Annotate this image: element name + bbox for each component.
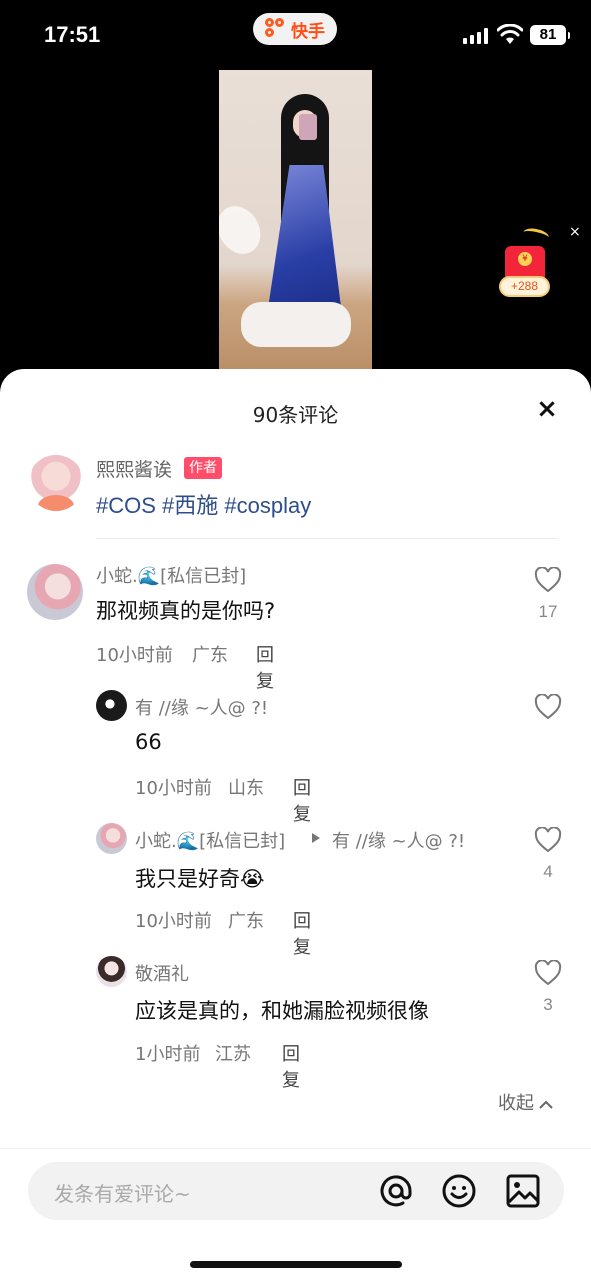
close-icon[interactable]: × bbox=[534, 396, 560, 423]
reply-to-username[interactable]: 有 //缘 ~人@ ?! bbox=[332, 827, 465, 853]
video-player[interactable] bbox=[219, 70, 372, 370]
comment-time: 1小时前 bbox=[135, 1044, 201, 1065]
author-badge: 作者 bbox=[184, 457, 222, 479]
reply-arrow-icon bbox=[312, 833, 320, 843]
red-packet-amount[interactable]: +288 bbox=[499, 276, 550, 297]
like-count: 4 bbox=[543, 862, 553, 881]
avatar[interactable] bbox=[96, 956, 127, 987]
red-packet-close-icon[interactable]: × bbox=[569, 224, 581, 240]
comment-username[interactable]: 有 //缘 ~人@ ?! bbox=[135, 694, 268, 720]
collapse-replies-button[interactable]: 收起 bbox=[498, 1089, 554, 1115]
comment-location: 广东 bbox=[228, 911, 264, 932]
emoji-icon[interactable] bbox=[441, 1173, 477, 1209]
heart-icon[interactable] bbox=[534, 827, 562, 853]
comment-location: 广东 bbox=[192, 645, 228, 666]
comment-time: 10小时前 bbox=[96, 645, 173, 666]
heart-icon[interactable] bbox=[534, 694, 562, 720]
comment-username[interactable]: 小蛇.🌊[私信已封] bbox=[135, 827, 285, 853]
cellular-signal-icon bbox=[463, 28, 488, 44]
divider bbox=[0, 1148, 591, 1149]
home-indicator bbox=[190, 1261, 402, 1268]
avatar[interactable] bbox=[27, 564, 83, 620]
coin-icon: ¥ bbox=[518, 252, 532, 266]
reply-button[interactable]: 回复 bbox=[293, 907, 311, 959]
wifi-icon bbox=[497, 24, 523, 44]
image-icon[interactable] bbox=[505, 1173, 541, 1209]
comment-text: 那视频真的是你吗? bbox=[96, 599, 276, 623]
author-hashtags[interactable]: #COS #西施 #cosplay bbox=[96, 488, 311, 520]
app-name: 快手 bbox=[291, 21, 325, 42]
comments-count-title: 90条评论 bbox=[252, 403, 339, 427]
status-time: 17:51 bbox=[44, 22, 101, 47]
video-figure-phone bbox=[299, 114, 317, 140]
comment-text: 66 bbox=[135, 730, 162, 754]
comment-text: 我只是好奇😭 bbox=[135, 867, 265, 891]
comment-input-bar[interactable]: 发条有爱评论~ bbox=[28, 1162, 564, 1220]
comment-time: 10小时前 bbox=[135, 911, 212, 932]
comment-location: 江苏 bbox=[215, 1044, 251, 1065]
author-name[interactable]: 熙熙酱诶 bbox=[96, 455, 172, 482]
red-packet-progress-arc bbox=[522, 226, 550, 244]
comment-username[interactable]: 小蛇.🌊[私信已封] bbox=[96, 562, 246, 588]
author-avatar[interactable] bbox=[28, 455, 84, 511]
comment-time: 10小时前 bbox=[135, 778, 212, 799]
battery-icon: 81 bbox=[530, 25, 570, 45]
avatar[interactable] bbox=[96, 823, 127, 854]
comment-input-placeholder[interactable]: 发条有爱评论~ bbox=[54, 1178, 191, 1207]
app-indicator-pill[interactable]: 快手 bbox=[253, 13, 337, 45]
video-figure-legs bbox=[241, 302, 351, 347]
kuaishou-logo-icon bbox=[265, 18, 287, 40]
reply-button[interactable]: 回复 bbox=[282, 1040, 300, 1092]
video-fan bbox=[219, 198, 269, 262]
video-figure-dress bbox=[267, 165, 342, 315]
like-count: 3 bbox=[543, 995, 553, 1014]
heart-icon[interactable] bbox=[534, 960, 562, 986]
comments-sheet: 90条评论 × 熙熙酱诶 作者 #COS #西施 #cosplay 小蛇.🌊[私… bbox=[0, 369, 591, 1280]
divider bbox=[96, 538, 558, 539]
avatar[interactable] bbox=[96, 690, 127, 721]
comment-text: 应该是真的，和她漏脸视频很像 bbox=[135, 999, 429, 1023]
reply-button[interactable]: 回复 bbox=[293, 774, 311, 826]
comment-username[interactable]: 敬酒礼 bbox=[135, 960, 189, 986]
status-bar: 17:51 快手 81 bbox=[0, 0, 591, 70]
collapse-label: 收起 bbox=[498, 1093, 534, 1114]
heart-icon[interactable] bbox=[534, 567, 562, 593]
at-icon[interactable] bbox=[378, 1173, 414, 1209]
like-count: 17 bbox=[538, 602, 558, 621]
reply-button[interactable]: 回复 bbox=[256, 641, 274, 693]
comment-location: 山东 bbox=[228, 778, 264, 799]
chevron-up-icon bbox=[539, 1100, 553, 1109]
